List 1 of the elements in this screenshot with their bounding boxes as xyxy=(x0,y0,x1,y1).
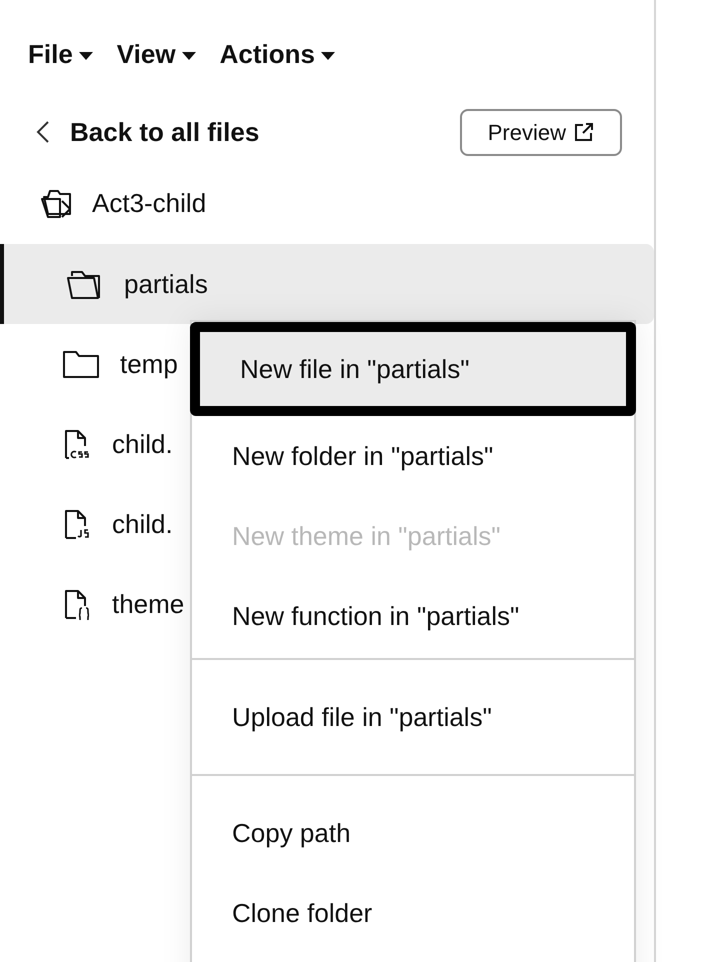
tree-item-label: Act3-child xyxy=(92,186,206,220)
